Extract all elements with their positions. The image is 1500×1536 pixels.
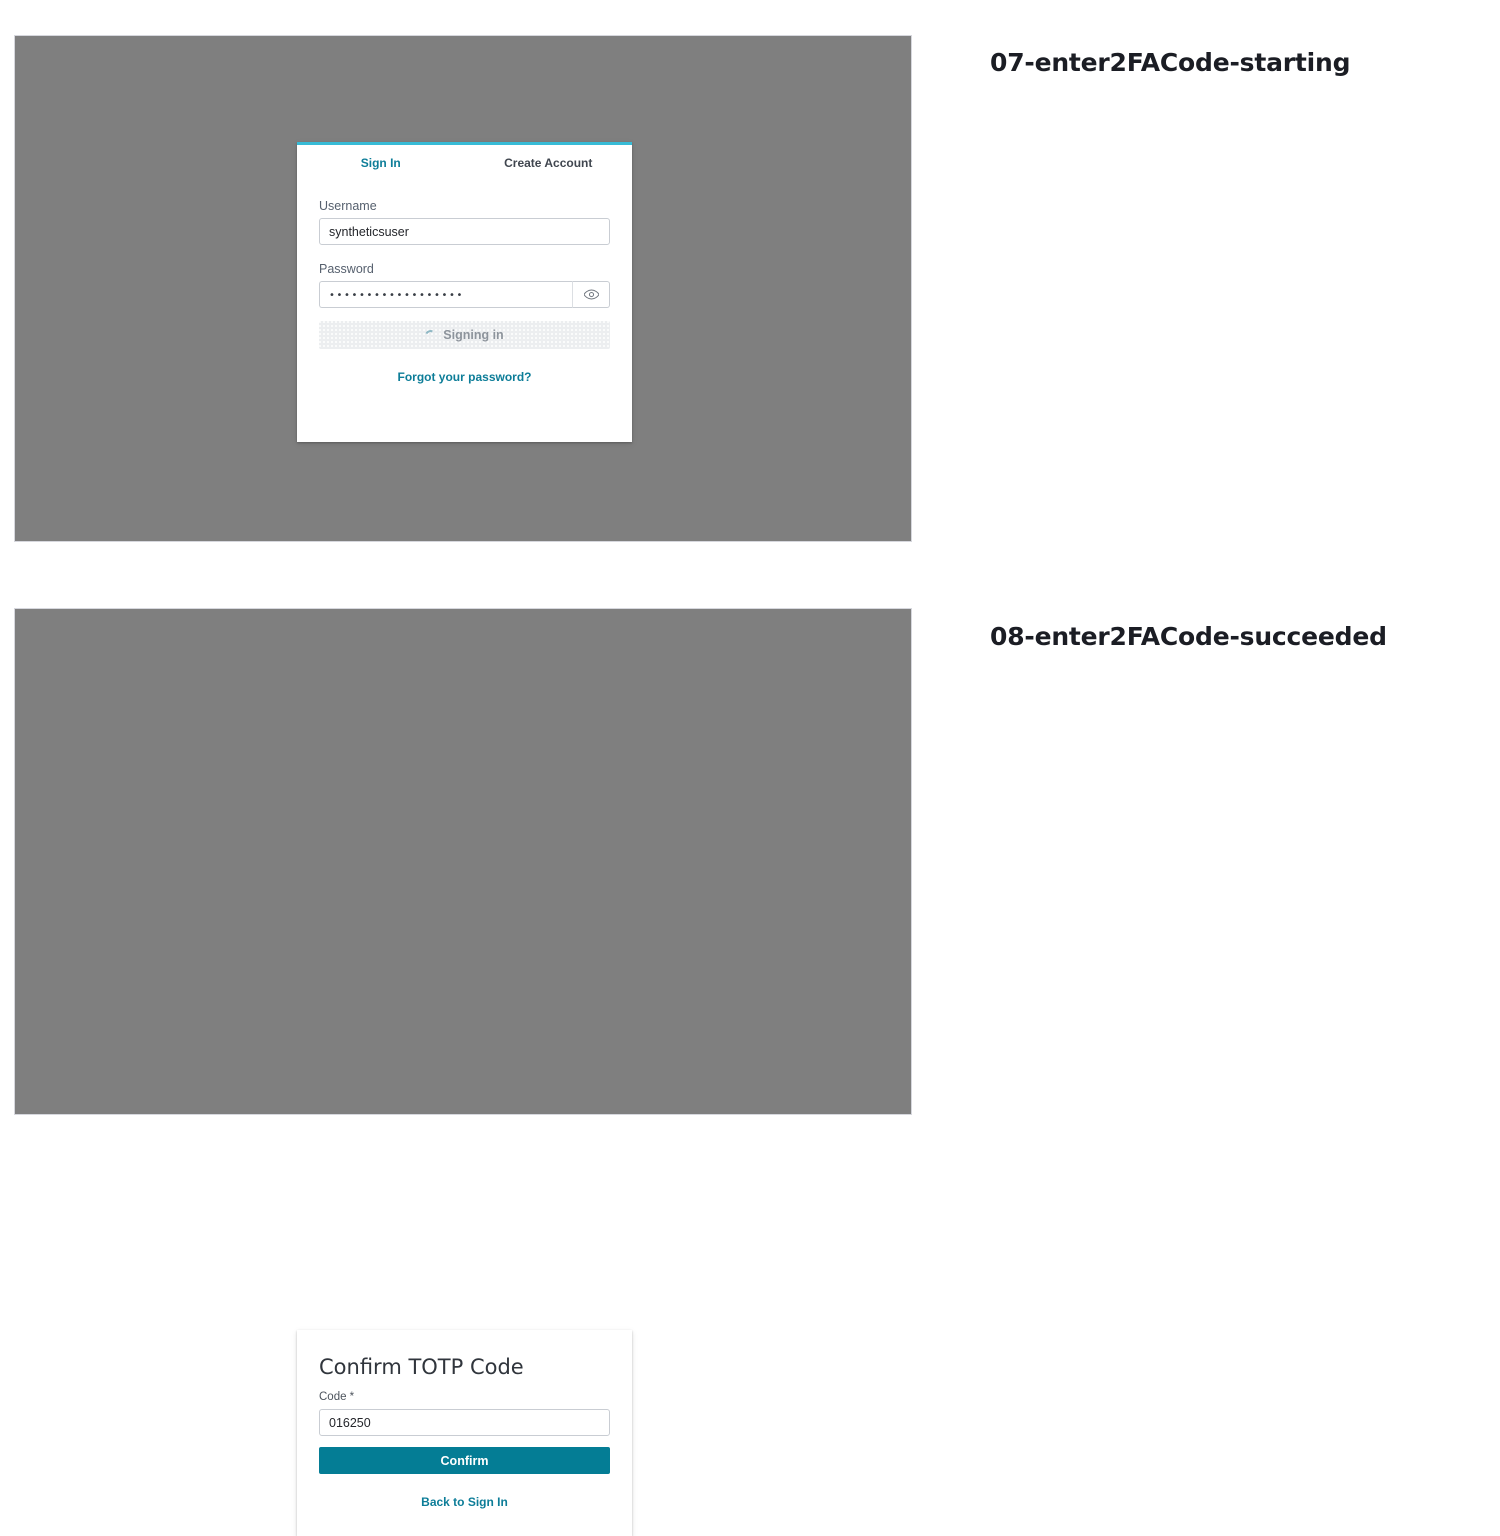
auth-tabs: Sign In Create Account [297, 145, 632, 182]
username-input[interactable] [319, 218, 610, 245]
username-label: Username [319, 199, 377, 213]
back-to-sign-in-link[interactable]: Back to Sign In [421, 1495, 508, 1509]
caption-step-08: 08-enter2FACode-succeeded [990, 622, 1387, 651]
password-masked-value: •••••••••••••••••• [329, 290, 464, 301]
totp-title: Confirm TOTP Code [319, 1355, 524, 1379]
password-input[interactable]: •••••••••••••••••• [319, 281, 572, 308]
confirm-button[interactable]: Confirm [319, 1447, 610, 1474]
sign-in-card: Sign In Create Account Username Password… [297, 142, 632, 442]
toggle-password-visibility-button[interactable] [572, 281, 610, 308]
password-label: Password [319, 262, 374, 276]
caption-step-07: 07-enter2FACode-starting [990, 48, 1351, 77]
eye-icon [583, 289, 599, 300]
forgot-password-link[interactable]: Forgot your password? [397, 370, 531, 384]
tab-sign-in[interactable]: Sign In [297, 145, 465, 182]
totp-card: Confirm TOTP Code Code * Confirm Back to… [297, 1330, 632, 1536]
screenshot-panel-signin: Sign In Create Account Username Password… [14, 35, 912, 542]
sign-in-form: Username Password •••••••••••••••••• [297, 199, 632, 386]
sign-in-submit-label: Signing in [443, 328, 504, 342]
spinner-icon [423, 327, 438, 343]
tab-create-account[interactable]: Create Account [465, 145, 633, 182]
forgot-password-row: Forgot your password? [319, 368, 610, 386]
totp-code-input[interactable] [319, 1409, 610, 1436]
sign-in-submit-button: Signing in [319, 321, 610, 349]
password-field-group: •••••••••••••••••• [319, 281, 610, 308]
code-label: Code * [319, 1391, 355, 1403]
back-to-sign-in-row: Back to Sign In [319, 1493, 610, 1511]
screenshot-panel-totp: Confirm TOTP Code Code * Confirm Back to… [14, 608, 912, 1536]
totp-form: Code * Confirm Back to Sign In [297, 1391, 632, 1511]
